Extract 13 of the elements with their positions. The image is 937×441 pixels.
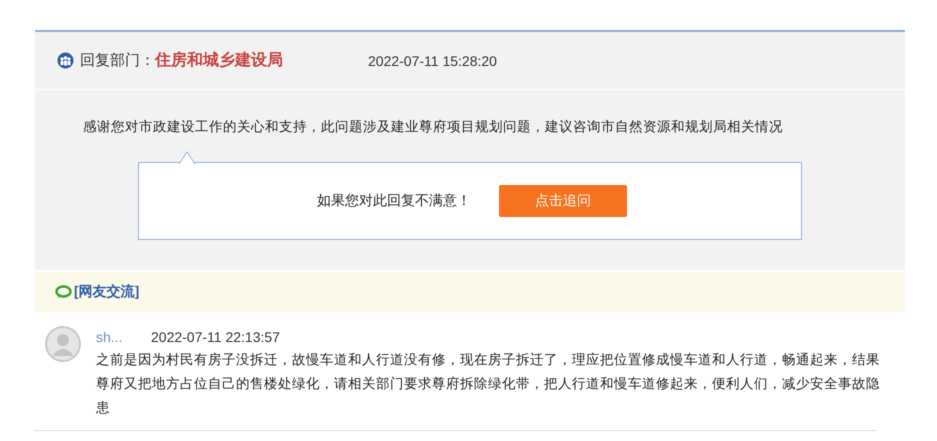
department-name: 住房和城乡建设局 [155, 50, 283, 71]
user-name[interactable]: sh... [96, 329, 151, 345]
comment-time: 2022-07-11 22:13:57 [151, 329, 280, 345]
followup-button[interactable]: 点击追问 [499, 185, 627, 217]
avatar-icon [45, 326, 81, 362]
department-label: 回复部门： [80, 51, 155, 70]
reply-text: 感谢您对市政建设工作的关心和支持，此问题涉及建业尊府项目规划问题，建议咨询市自然资源和规划局相关情况 [83, 118, 784, 136]
followup-prompt: 如果您对此回复不满意！ [317, 192, 471, 210]
speech-bubble-icon [55, 285, 72, 299]
people-icon [57, 52, 74, 69]
section-title: [网友交流] [74, 283, 140, 301]
reply-time: 2022-07-11 15:28:20 [368, 52, 497, 68]
comment-text: 之前是因为村民有房子没拆迁，故慢车道和人行道没有修，现在房子拆迁了，理应把位置修成慢车道和人行道，畅通起来，结果尊府又把地方占位自己的售楼处绿化，请相关部门要求尊府拆除绿化带，把人行道和慢车道修起来，便利人们，减少安全事故隐患 [96, 351, 881, 417]
